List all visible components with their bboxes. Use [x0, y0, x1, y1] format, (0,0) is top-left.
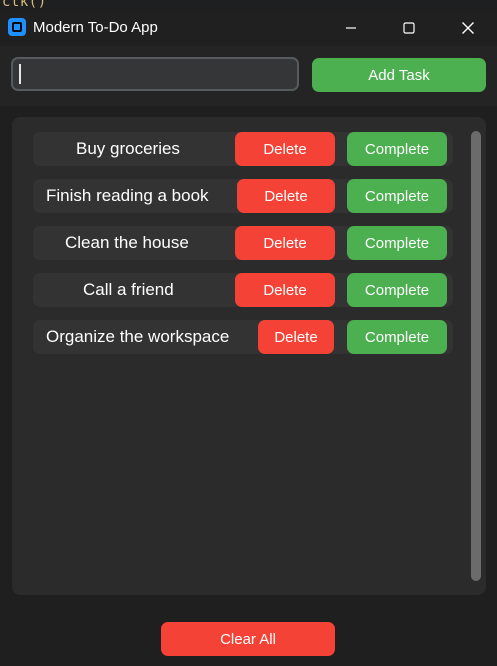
delete-button[interactable]: Delete — [235, 132, 335, 166]
delete-button[interactable]: Delete — [237, 179, 335, 213]
background-editor-strip: ctk() — [0, 0, 497, 10]
complete-button[interactable]: Complete — [347, 179, 447, 213]
task-row: Finish reading a book Delete Complete — [33, 179, 453, 213]
delete-button[interactable]: Delete — [235, 273, 335, 307]
minimize-icon — [346, 27, 356, 29]
task-label: Clean the house — [65, 233, 189, 252]
task-row: Call a friend Delete Complete — [33, 273, 453, 307]
title-bar[interactable]: Modern To-Do App — [0, 10, 497, 46]
task-list-panel[interactable]: Buy groceries Delete Complete Finish rea… — [12, 117, 486, 595]
maximize-button[interactable] — [380, 10, 438, 46]
task-row: Clean the house Delete Complete — [33, 226, 453, 260]
complete-button[interactable]: Complete — [347, 226, 447, 260]
task-label: Organize the workspace — [46, 327, 230, 346]
task-label: Call a friend — [83, 280, 174, 299]
complete-button[interactable]: Complete — [347, 320, 447, 354]
task-row: Buy groceries Delete Complete — [33, 132, 453, 166]
delete-button[interactable]: Delete — [235, 226, 335, 260]
delete-button[interactable]: Delete — [258, 320, 334, 354]
add-task-button[interactable]: Add Task — [312, 58, 486, 92]
scrollbar-thumb[interactable] — [471, 131, 481, 581]
app-icon — [8, 18, 26, 36]
list-scrollbar[interactable] — [470, 130, 482, 582]
task-input[interactable] — [11, 57, 299, 91]
complete-button[interactable]: Complete — [347, 132, 447, 166]
clear-all-button[interactable]: Clear All — [161, 622, 335, 656]
window-title: Modern To-Do App — [33, 19, 158, 36]
task-label: Buy groceries — [76, 139, 180, 158]
complete-button[interactable]: Complete — [347, 273, 447, 307]
text-cursor — [19, 64, 21, 84]
code-fragment: ctk() — [2, 0, 47, 10]
app-window: ctk() Modern To-Do App Add Task Buy groc… — [0, 0, 497, 666]
task-entry-bar: Add Task — [0, 46, 497, 106]
close-icon — [462, 22, 474, 34]
task-label: Finish reading a book — [46, 186, 209, 205]
close-button[interactable] — [439, 10, 497, 46]
minimize-button[interactable] — [322, 10, 380, 46]
maximize-icon — [403, 22, 415, 34]
task-row: Organize the workspace Delete Complete — [33, 320, 453, 354]
